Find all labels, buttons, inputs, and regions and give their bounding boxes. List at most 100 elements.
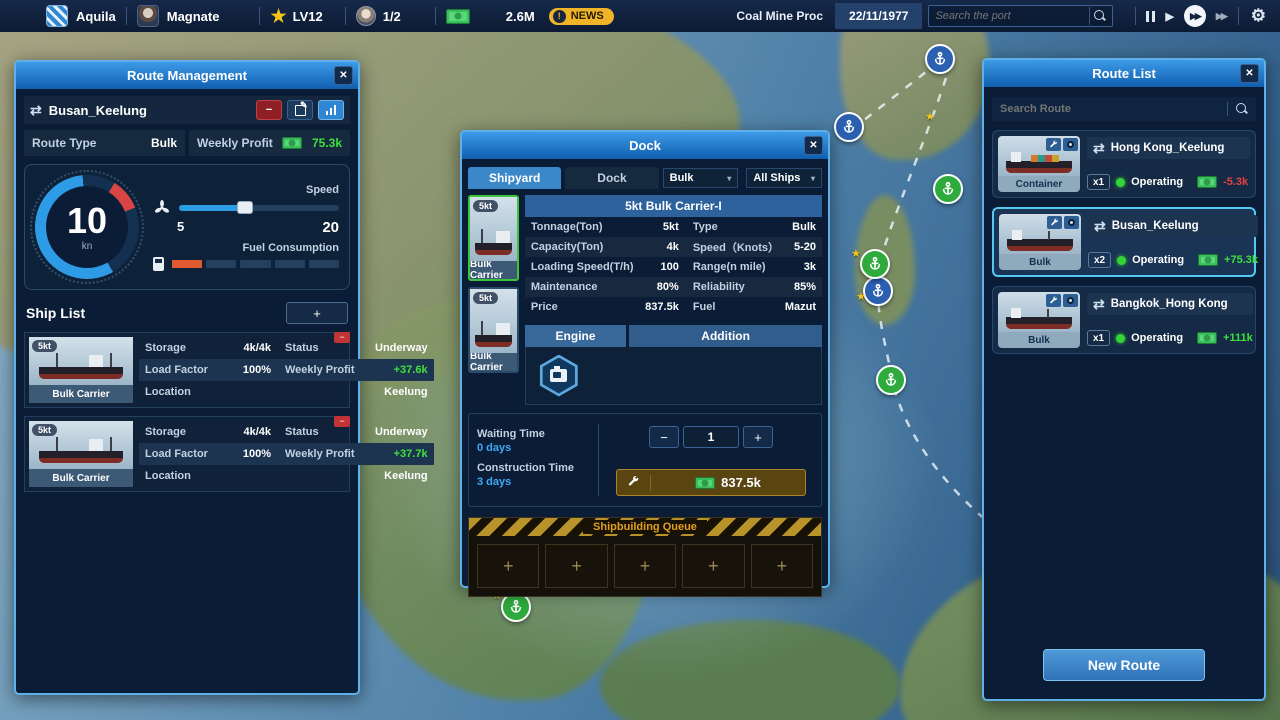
queue-slot-add[interactable]: + — [751, 544, 813, 588]
route-profit: +111k — [1223, 332, 1253, 344]
queue-slot-add[interactable]: + — [614, 544, 676, 588]
spec-row: Loading Speed(T/h)100 Range(n mile)3k — [525, 257, 822, 277]
money-icon — [695, 477, 715, 489]
route-stats-button[interactable] — [318, 100, 344, 120]
news-button[interactable]: ! NEWS — [549, 8, 614, 25]
edit-icon — [295, 105, 306, 116]
ship-count-badge: x2 — [1088, 252, 1111, 268]
ship-type-label: Container — [998, 176, 1080, 192]
remove-ship-button[interactable]: − — [334, 332, 350, 343]
shipyard-ship-card-selected[interactable]: 5kt Bulk Carrier — [468, 195, 519, 281]
new-route-button[interactable]: New Route — [1043, 649, 1205, 681]
port-anchor-marker-green[interactable] — [860, 249, 890, 279]
tab-dock[interactable]: Dock — [565, 167, 658, 189]
add-ship-button[interactable]: + — [286, 302, 348, 324]
fast-forward-button[interactable]: ▶▶ — [1184, 5, 1206, 27]
bar-chart-icon — [326, 105, 337, 115]
close-icon[interactable]: ✕ — [1240, 64, 1259, 83]
remove-route-button[interactable]: − — [256, 100, 282, 120]
close-icon[interactable]: ✕ — [334, 66, 353, 85]
queue-slot-add[interactable]: + — [545, 544, 607, 588]
play-button[interactable]: ▶ — [1165, 10, 1173, 23]
queue-slot-add[interactable]: + — [477, 544, 539, 588]
location-label: Location — [145, 470, 223, 482]
route-card[interactable]: Container ⇄ Hong Kong_Keelung x1 Operati… — [992, 130, 1256, 198]
engine-module[interactable] — [538, 355, 580, 397]
fastest-forward-button[interactable]: ▶▶ — [1216, 11, 1226, 22]
port-anchor-marker[interactable] — [834, 112, 864, 142]
tab-addition[interactable]: Addition — [629, 325, 822, 347]
settings-gear-icon[interactable]: ⚙ — [1251, 6, 1266, 26]
ship-type-filter[interactable]: Bulk ▾ — [663, 168, 739, 188]
route-card[interactable]: Bulk ⇄ Bangkok_Hong Kong x1 Operating +1… — [992, 286, 1256, 354]
port-anchor-marker-green[interactable] — [876, 365, 906, 395]
dock-header: Dock ✕ — [462, 132, 828, 159]
repair-button[interactable] — [1046, 294, 1061, 307]
tab-shipyard[interactable]: Shipyard — [468, 167, 561, 189]
filter-value: Bulk — [670, 172, 694, 184]
speed-slider-handle[interactable] — [237, 201, 253, 214]
port-anchor-marker[interactable] — [863, 276, 893, 306]
tab-engine[interactable]: Engine — [525, 325, 626, 347]
quantity-value: 1 — [683, 426, 739, 448]
speed-slider[interactable] — [179, 205, 339, 211]
engine-slot-box — [525, 347, 822, 405]
ship-thumbnail — [998, 136, 1080, 176]
route-search-input[interactable] — [1000, 103, 1219, 115]
route-icon: ⇄ — [30, 102, 42, 119]
port-search[interactable] — [928, 5, 1113, 27]
ship-card[interactable]: − 5kt Bulk Carrier Storage4k/4k StatusUn… — [24, 332, 350, 408]
remove-ship-button[interactable]: − — [334, 416, 350, 427]
engine-icon — [550, 369, 567, 382]
player-avatar[interactable] — [137, 5, 159, 27]
track-button[interactable] — [1064, 216, 1079, 229]
search-icon[interactable] — [1094, 10, 1106, 22]
ship-card[interactable]: − 5kt Bulk Carrier Storage4k/4k StatusUn… — [24, 416, 350, 492]
route-card-selected[interactable]: Bulk ⇄ Busan_Keelung x2 Operating +75.3k — [992, 207, 1256, 277]
advisor-icon[interactable] — [356, 6, 376, 26]
ship-size-filter[interactable]: All Ships ▾ — [746, 168, 822, 188]
shipyard-ship-card[interactable]: 5kt Bulk Carrier — [468, 287, 519, 373]
star-icon: ★ — [856, 290, 866, 303]
ship-thumbnail — [999, 214, 1081, 254]
wrench-icon — [617, 475, 651, 491]
tonnage-badge: 5kt — [32, 340, 57, 352]
construction-time-value: 3 days — [477, 476, 592, 488]
route-icon: ⇄ — [1093, 140, 1105, 157]
build-ship-button[interactable]: 837.5k — [616, 469, 806, 496]
route-name: Busan_Keelung — [1112, 220, 1199, 232]
search-icon[interactable] — [1236, 103, 1248, 115]
route-status: Operating — [1132, 254, 1184, 266]
repair-button[interactable] — [1046, 138, 1061, 151]
tonnage-badge: 5kt — [473, 200, 498, 212]
quantity-decrease-button[interactable]: − — [649, 426, 679, 448]
ship-type-label: Bulk Carrier — [470, 353, 517, 371]
load-factor-label: Load Factor — [145, 364, 223, 376]
weekly-profit-label: Weekly Profit — [197, 136, 273, 150]
money-icon — [1197, 332, 1217, 344]
port-anchor-marker-green[interactable] — [933, 174, 963, 204]
weekly-profit-value: 75.3k — [312, 136, 342, 150]
pause-button[interactable] — [1146, 11, 1155, 22]
route-search[interactable] — [992, 97, 1256, 121]
close-icon[interactable]: ✕ — [804, 136, 823, 155]
queue-slot-add[interactable]: + — [682, 544, 744, 588]
company-name: Aquila — [76, 9, 116, 24]
ship-thumbnail: 5kt — [470, 197, 517, 261]
port-anchor-marker[interactable] — [925, 44, 955, 74]
tonnage-badge: 5kt — [473, 292, 498, 304]
track-button[interactable] — [1063, 138, 1078, 151]
quantity-increase-button[interactable]: + — [743, 426, 773, 448]
top-bar: Aquila Magnate ★ LV12 1/2 2.6M ! NEWS Co… — [0, 0, 1280, 32]
port-search-input[interactable] — [935, 10, 1085, 22]
player-level: LV12 — [293, 9, 323, 24]
news-ticker[interactable]: Coal Mine Proc — [736, 9, 823, 23]
money-icon — [446, 9, 470, 24]
repair-button[interactable] — [1047, 216, 1062, 229]
edit-route-button[interactable] — [287, 100, 313, 120]
load-factor-value: 100% — [227, 364, 271, 376]
track-button[interactable] — [1063, 294, 1078, 307]
build-order-box: Waiting Time 0 days Construction Time 3 … — [468, 413, 822, 507]
speed-value: 10 — [67, 203, 107, 239]
route-type-cell: Route Type Bulk — [24, 130, 185, 156]
